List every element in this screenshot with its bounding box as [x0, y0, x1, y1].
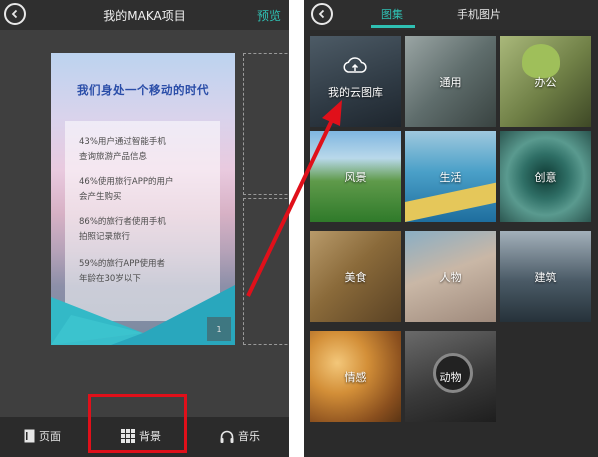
- nav-pages-label: 页面: [39, 430, 61, 443]
- page-number-badge: 1: [207, 317, 231, 341]
- category-life[interactable]: 生活: [405, 131, 496, 222]
- stat-item: 46%使用旅行APP的用户 会产生购买: [79, 177, 174, 202]
- category-food[interactable]: 美食: [310, 231, 401, 322]
- nav-music-label: 音乐: [238, 430, 260, 443]
- top-bar: 我的MAKA项目 预览: [0, 0, 289, 30]
- page-icon: [24, 429, 35, 443]
- tab-gallery[interactable]: 图集: [381, 6, 403, 22]
- tab-phone-photos[interactable]: 手机图片: [457, 6, 501, 22]
- category-label: 创意: [534, 170, 557, 184]
- category-general[interactable]: 通用: [405, 36, 496, 127]
- cloud-upload-icon: [343, 57, 367, 73]
- category-cloud-library[interactable]: 我的云图库: [310, 36, 401, 127]
- category-label: 风景: [344, 170, 367, 184]
- category-creative[interactable]: 创意: [500, 131, 591, 222]
- gallery-screen: 图集 手机图片 我的云图库 通用 办公 风景 生活 创意 美食 人物 建筑 情感…: [304, 0, 598, 457]
- next-page-slot[interactable]: [243, 53, 289, 195]
- active-tab-indicator: [371, 25, 415, 28]
- preview-button[interactable]: 预览: [257, 7, 281, 24]
- stat-item: 59%的旅行APP使用者 年龄在30岁以下: [79, 259, 165, 284]
- category-animals[interactable]: 动物: [405, 331, 496, 422]
- category-label: 动物: [439, 370, 462, 384]
- page-thumbnail[interactable]: 我们身处一个移动的时代 43%用户通过智能手机 查询旅游产品信息 46%使用旅行A…: [51, 53, 235, 345]
- category-emotion[interactable]: 情感: [310, 331, 401, 422]
- stat-item: 86%的旅行者使用手机 拍照记录旅行: [79, 217, 166, 242]
- nav-pages[interactable]: 页面: [24, 428, 61, 444]
- nav-music[interactable]: 音乐: [220, 428, 260, 444]
- category-label: 人物: [439, 270, 462, 284]
- stat-item: 43%用户通过智能手机 查询旅游产品信息: [79, 137, 166, 162]
- category-label: 生活: [439, 170, 462, 184]
- category-label: 美食: [344, 270, 367, 284]
- headphones-icon: [220, 430, 234, 443]
- category-people[interactable]: 人物: [405, 231, 496, 322]
- card-title: 我们身处一个移动的时代: [77, 83, 209, 97]
- editor-screen: 我的MAKA项目 预览 我们身处一个移动的时代 43%用户通过智能手机 查询旅游产…: [0, 0, 289, 457]
- chevron-left-icon: [318, 9, 325, 19]
- highlight-box: [88, 394, 187, 453]
- gallery-top-bar: 图集 手机图片: [304, 0, 598, 30]
- add-page-slot[interactable]: [243, 198, 289, 345]
- screenshot-canvas: 我的MAKA项目 预览 我们身处一个移动的时代 43%用户通过智能手机 查询旅游产…: [0, 0, 598, 457]
- decorative-icon: [405, 182, 496, 222]
- category-architecture[interactable]: 建筑: [500, 231, 591, 322]
- page-title: 我的MAKA项目: [103, 9, 186, 23]
- category-scenery[interactable]: 风景: [310, 131, 401, 222]
- back-button[interactable]: [311, 3, 333, 25]
- category-label: 我的云图库: [328, 86, 383, 100]
- category-label: 通用: [439, 75, 462, 89]
- category-label: 建筑: [534, 270, 557, 284]
- category-office[interactable]: 办公: [500, 36, 591, 127]
- category-label: 情感: [344, 370, 367, 384]
- category-label: 办公: [534, 75, 557, 89]
